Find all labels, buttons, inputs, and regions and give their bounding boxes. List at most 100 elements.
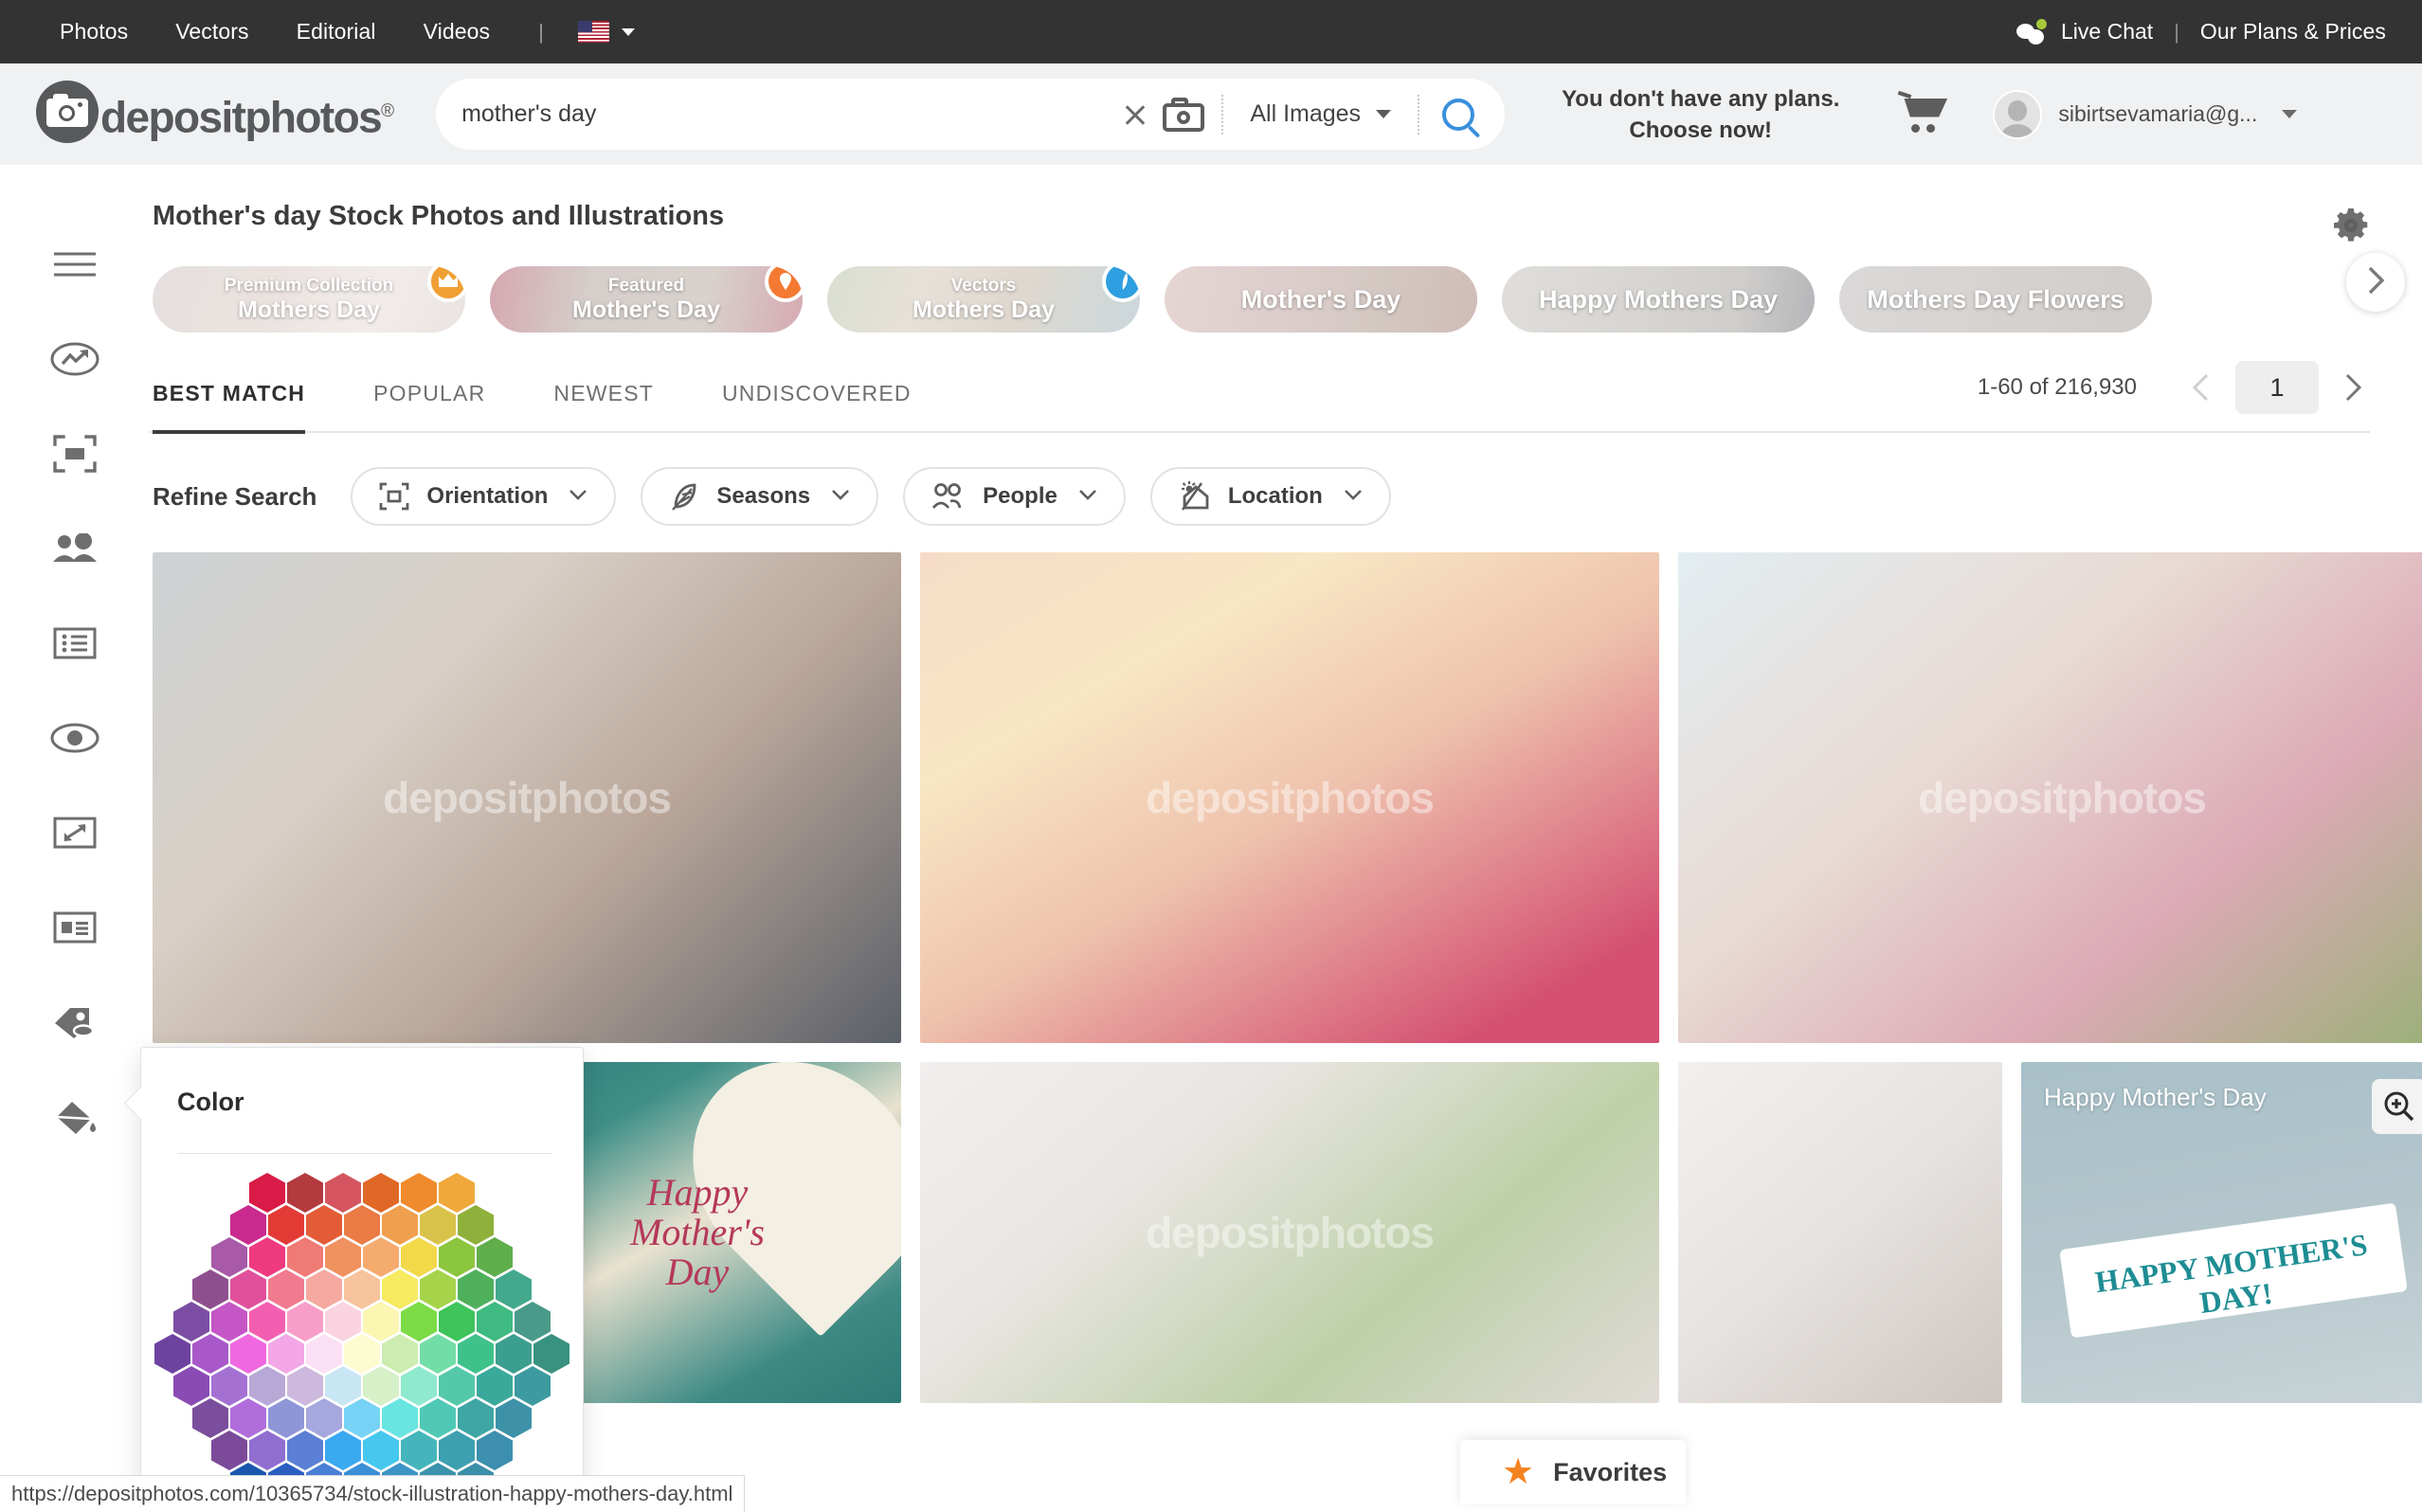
collection-pill-happy-mothers-day[interactable]: Happy Mothers Day: [1502, 266, 1815, 333]
top-nav-links: Photos Vectors Editorial Videos |: [36, 19, 635, 45]
logo-wordmark: depositphotos®: [100, 92, 395, 142]
watermark: depositphotos: [1918, 773, 2207, 822]
sidebar-item-categories[interactable]: [27, 596, 122, 691]
collection-pill-premium[interactable]: Premium Collection Mothers Day: [153, 266, 465, 333]
sidebar-item-orientation[interactable]: [27, 406, 122, 501]
pill-title: Mother's Day: [572, 296, 720, 323]
result-tile-happy-mothers-day-card[interactable]: Happy Mother's Day HAPPY MOTHER'S DAY!: [2021, 1062, 2422, 1403]
account-menu[interactable]: sibirtsevamaria@g...: [1993, 89, 2298, 139]
image-type-label: All Images: [1250, 100, 1362, 127]
pill-title: Mothers Day: [912, 296, 1056, 323]
tab-undiscovered[interactable]: UNDISCOVERED: [722, 369, 912, 431]
chevron-down-icon: [1344, 488, 1363, 505]
collection-pill-vectors[interactable]: Vectors Mothers Day: [827, 266, 1140, 333]
color-swatch-row: [191, 1398, 533, 1438]
chevron-down-icon: [569, 488, 587, 505]
result-tile-children-kissing-mother[interactable]: depositphotos: [920, 552, 1659, 1043]
favorites-button[interactable]: ★ Favorites: [1460, 1440, 1686, 1504]
sidebar-item-menu[interactable]: [27, 217, 122, 312]
nav-link-photos[interactable]: Photos: [36, 19, 152, 45]
watermark: depositphotos: [383, 773, 672, 822]
chevron-down-icon: [2282, 110, 2298, 118]
nav-link-editorial[interactable]: Editorial: [273, 19, 400, 45]
pill-subtitle: Premium Collection: [224, 276, 394, 297]
color-swatch-row: [154, 1334, 570, 1374]
divider: [177, 1153, 552, 1154]
top-navigation-bar: Photos Vectors Editorial Videos | Live C…: [0, 0, 2422, 63]
price-tag-icon: [51, 1004, 99, 1040]
filter-chip-location[interactable]: Location: [1149, 467, 1391, 526]
collection-pill-featured[interactable]: Featured Mother's Day: [490, 266, 803, 333]
next-page-button[interactable]: [2336, 370, 2370, 405]
prev-page-button[interactable]: [2184, 370, 2218, 405]
choose-plan-prompt[interactable]: You don't have any plans. Choose now!: [1562, 83, 1839, 146]
color-swatch-row: [191, 1269, 533, 1309]
live-chat-button[interactable]: Live Chat: [2016, 18, 2153, 45]
filter-chip-orientation[interactable]: Orientation: [351, 467, 617, 526]
tab-best-match[interactable]: BEST MATCH: [153, 369, 306, 434]
collections-next-button[interactable]: [2346, 253, 2405, 312]
search-input[interactable]: [461, 100, 1120, 128]
plans-line-2: Choose now!: [1629, 117, 1773, 143]
orientation-icon: [379, 482, 409, 511]
sidebar-item-undiscovered[interactable]: [27, 691, 122, 785]
chevron-down-icon: [831, 488, 850, 505]
chevron-down-icon: [1078, 488, 1097, 505]
tab-newest[interactable]: NEWEST: [553, 369, 654, 431]
eye-icon: [50, 723, 99, 753]
sidebar-item-people[interactable]: [27, 501, 122, 596]
sort-tabs: BEST MATCH POPULAR NEWEST UNDISCOVERED 1…: [149, 333, 2370, 434]
watermark: depositphotos: [1146, 1208, 1435, 1257]
result-tile-girl-giving-tulips[interactable]: depositphotos: [1678, 552, 2422, 1043]
filter-sidebar: [0, 165, 149, 1512]
chevron-right-icon: [2365, 265, 2386, 300]
page-number-input[interactable]: 1: [2235, 361, 2319, 414]
trending-icon: [50, 341, 99, 377]
filter-chip-people[interactable]: People: [903, 467, 1126, 526]
nav-link-videos[interactable]: Videos: [400, 19, 515, 45]
cart-icon[interactable]: [1898, 90, 1951, 136]
star-icon: ★: [1502, 1452, 1535, 1492]
result-tile-mother-daughter-hugging[interactable]: depositphotos: [920, 1062, 1659, 1403]
filter-chip-label: Seasons: [716, 483, 811, 509]
grid-column-2: depositphotos depositphotos: [920, 552, 1659, 1403]
collection-pill-mothers-day-flowers[interactable]: Mothers Day Flowers: [1839, 266, 2152, 333]
sidebar-item-trending[interactable]: [27, 312, 122, 406]
sidebar-item-color[interactable]: [27, 1070, 122, 1164]
camera-icon[interactable]: [1163, 97, 1205, 132]
tile-caption: Happy Mother's Day: [2044, 1083, 2267, 1111]
nav-divider: |: [538, 19, 544, 44]
categories-icon: [53, 627, 97, 659]
camera-logo-icon: [36, 80, 99, 143]
result-tile-family-kissing-mother[interactable]: depositphotos: [153, 552, 901, 1043]
sidebar-item-price[interactable]: [27, 975, 122, 1070]
refine-search-row: Refine Search Orientation Seasons People…: [149, 433, 2422, 526]
sidebar-item-layout[interactable]: [27, 880, 122, 975]
plans-prices-link[interactable]: Our Plans & Prices: [2200, 19, 2386, 45]
sidebar-item-image-size[interactable]: [27, 785, 122, 880]
collection-pills: Premium Collection Mothers Day Featured …: [149, 232, 2422, 333]
pagination: 1-60 of 216,930 1: [1978, 361, 2370, 431]
filter-chip-seasons[interactable]: Seasons: [641, 467, 879, 526]
filter-chip-label: People: [983, 483, 1057, 509]
favorites-label: Favorites: [1553, 1457, 1668, 1486]
nav-link-vectors[interactable]: Vectors: [152, 19, 272, 45]
tab-popular[interactable]: POPULAR: [373, 369, 485, 431]
menu-icon: [53, 250, 97, 279]
page-title: Mother's day Stock Photos and Illustrati…: [153, 201, 725, 231]
collection-pill-mothers-day[interactable]: Mother's Day: [1165, 266, 1477, 333]
location-icon: [1179, 481, 1211, 512]
depositphotos-logo[interactable]: depositphotos®: [36, 80, 395, 148]
zoom-in-icon[interactable]: [2372, 1079, 2422, 1134]
close-icon[interactable]: [1119, 99, 1151, 131]
site-header: depositphotos® All Images You don't have…: [0, 63, 2422, 165]
color-popup-title: Color: [177, 1088, 244, 1116]
search-icon: [1442, 98, 1475, 131]
color-swatch-wheel: [141, 1173, 583, 1512]
image-type-selector[interactable]: All Images: [1223, 100, 1418, 128]
refine-search-label: Refine Search: [153, 481, 317, 511]
language-selector[interactable]: [577, 21, 635, 43]
status-bar-url: https://depositphotos.com/10365734/stock…: [0, 1475, 746, 1512]
orientation-icon: [52, 435, 97, 473]
search-button[interactable]: [1419, 85, 1497, 144]
